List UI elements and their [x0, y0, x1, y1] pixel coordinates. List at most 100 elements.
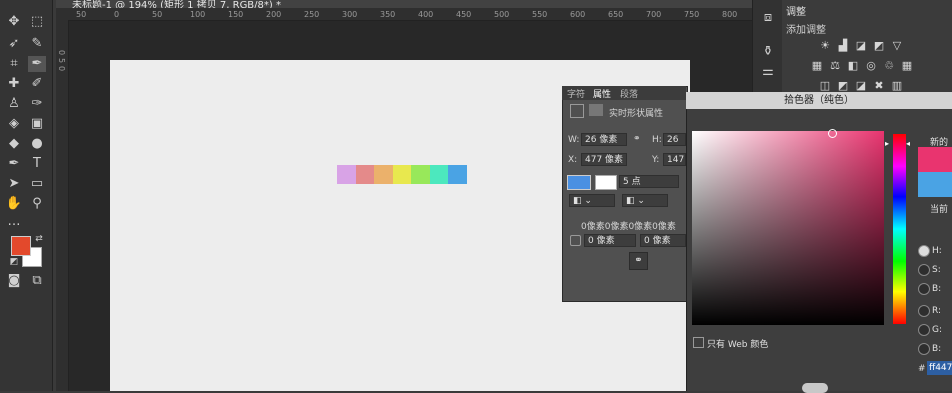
- color-swatch-rect[interactable]: [411, 165, 430, 184]
- radio-saturation[interactable]: [918, 264, 930, 276]
- gradient-tool-icon[interactable]: ▣: [28, 116, 46, 132]
- corner-radius-field-b[interactable]: 0 像素: [640, 234, 686, 247]
- color-swatch-rect[interactable]: [429, 165, 449, 184]
- history-brush-icon[interactable]: ✑: [28, 96, 46, 112]
- marquee-tool-icon[interactable]: ⬚: [28, 14, 46, 30]
- width-label: W:: [568, 135, 580, 145]
- radio-hue[interactable]: [918, 245, 930, 257]
- selective-color-icon[interactable]: ✖: [872, 80, 886, 92]
- hand-tool-icon[interactable]: ✋: [5, 196, 23, 212]
- hue-slider-left-arrow[interactable]: ▸: [885, 139, 889, 148]
- radio-green[interactable]: [918, 324, 930, 336]
- channel-mixer-icon[interactable]: ♲: [882, 60, 896, 72]
- ruler-tick: 300: [342, 10, 358, 19]
- ruler-tick: 400: [418, 10, 434, 19]
- lasso-tool-icon[interactable]: ➶: [5, 36, 23, 52]
- ruler-tick: 550: [532, 10, 548, 19]
- brightness-icon[interactable]: ☀: [818, 40, 832, 52]
- corner-radius-field-a[interactable]: 0 像素: [584, 234, 636, 247]
- crop-tool-icon[interactable]: ⌗: [5, 56, 23, 72]
- y-label: Y:: [652, 155, 660, 165]
- stroke-width-field[interactable]: 5 点: [619, 175, 679, 188]
- color-swatch-rect[interactable]: [448, 165, 467, 184]
- link-corners-icon[interactable]: ⚭: [629, 252, 648, 270]
- dodge-tool-icon[interactable]: ●: [28, 136, 46, 152]
- color-field[interactable]: [692, 131, 884, 325]
- hue-saturation-icon[interactable]: ▦: [810, 60, 824, 72]
- rectangle-tool-icon[interactable]: ▭: [28, 176, 46, 192]
- eraser-tool-icon[interactable]: ◈: [5, 116, 23, 132]
- fill-color-swatch[interactable]: [567, 175, 591, 190]
- default-colors-icon[interactable]: ◩: [5, 254, 23, 270]
- properties-panel-icon[interactable]: ⚌: [759, 64, 777, 80]
- web-only-checkbox[interactable]: [693, 337, 704, 348]
- radio-brightness[interactable]: [918, 283, 930, 295]
- red-label: R:: [932, 306, 942, 316]
- ruler-tick: 700: [646, 10, 662, 19]
- ruler-tick: 250: [304, 10, 320, 19]
- color-swatch-rect[interactable]: [374, 165, 393, 184]
- curves-icon[interactable]: ◪: [854, 40, 868, 52]
- quick-select-tool-icon[interactable]: ✎: [28, 36, 46, 52]
- adjustments-title[interactable]: 调整: [786, 3, 806, 18]
- color-swatch-rect[interactable]: [392, 165, 412, 184]
- brush-panel-icon[interactable]: ⚱: [759, 44, 777, 60]
- zoom-tool-icon[interactable]: ⚲: [28, 196, 46, 212]
- color-swatch-rect[interactable]: [355, 165, 375, 184]
- ruler-tick: 200: [266, 10, 282, 19]
- path-select-icon[interactable]: ➤: [5, 176, 23, 192]
- hex-input[interactable]: ff447: [927, 361, 952, 375]
- color-picker-title: 拾色器（纯色）: [686, 92, 952, 109]
- healing-brush-icon[interactable]: ✚: [5, 76, 23, 92]
- stroke-cap-select[interactable]: ◧ ⌄: [622, 194, 668, 207]
- blur-tool-icon[interactable]: ◆: [5, 136, 23, 152]
- photo-filter-icon[interactable]: ◎: [864, 60, 878, 72]
- color-swatch-rect[interactable]: [337, 165, 356, 184]
- type-tool-icon[interactable]: T: [28, 156, 46, 172]
- link-icon[interactable]: ⚭: [633, 134, 641, 144]
- x-field[interactable]: 477 像素: [581, 153, 627, 166]
- radio-red[interactable]: [918, 305, 930, 317]
- history-panel-icon[interactable]: ⧈: [759, 10, 777, 26]
- current-color-preview[interactable]: [918, 172, 952, 197]
- threshold-icon[interactable]: ◪: [854, 80, 868, 92]
- hue-slider-right-arrow[interactable]: ◂: [906, 139, 910, 148]
- height-field[interactable]: 26: [663, 133, 686, 146]
- stamp-tool-icon[interactable]: ♙: [5, 96, 23, 112]
- color-lookup-icon[interactable]: ▦: [900, 60, 914, 72]
- stroke-color-swatch[interactable]: [595, 175, 617, 190]
- hex-label: #: [918, 364, 926, 374]
- ruler-tick: 350: [380, 10, 396, 19]
- vibrance-icon[interactable]: ▽: [890, 40, 904, 52]
- scroll-handle[interactable]: [802, 383, 828, 393]
- foreground-color-front[interactable]: [11, 236, 31, 256]
- y-field[interactable]: 147: [663, 153, 686, 166]
- pen-tool-icon[interactable]: ✒: [5, 156, 23, 172]
- radio-blue[interactable]: [918, 343, 930, 355]
- transform-icon[interactable]: [570, 104, 584, 118]
- more-tools-icon[interactable]: …: [5, 214, 23, 230]
- swap-colors-icon[interactable]: ⇄: [30, 231, 48, 247]
- tab-properties[interactable]: 属性: [593, 87, 611, 100]
- mask-icon[interactable]: [589, 104, 603, 116]
- tab-paragraph[interactable]: 段落: [620, 87, 638, 100]
- width-field[interactable]: 26 像素: [581, 133, 627, 146]
- ruler-tick: 0: [57, 50, 66, 56]
- color-field-cursor[interactable]: [828, 129, 837, 138]
- levels-icon[interactable]: ▟: [836, 40, 850, 52]
- brush-tool-icon[interactable]: ✐: [28, 76, 46, 92]
- stroke-align-select[interactable]: ◧ ⌄: [569, 194, 615, 207]
- posterize-icon[interactable]: ◩: [836, 80, 850, 92]
- eyedropper-tool-icon[interactable]: ✒: [28, 56, 46, 72]
- exposure-icon[interactable]: ◩: [872, 40, 886, 52]
- black-white-icon[interactable]: ◧: [846, 60, 860, 72]
- invert-icon[interactable]: ◫: [818, 80, 832, 92]
- quick-mask-icon[interactable]: ◙: [5, 273, 23, 289]
- move-tool-icon[interactable]: ✥: [5, 14, 23, 30]
- hue-slider[interactable]: [893, 134, 906, 324]
- tab-character[interactable]: 字符: [567, 87, 585, 100]
- color-balance-icon[interactable]: ⚖: [828, 60, 842, 72]
- corner-radius-values[interactable]: 0像素0像素0像素0像素: [581, 219, 676, 232]
- gradient-map-icon[interactable]: ▥: [890, 80, 904, 92]
- screen-mode-icon[interactable]: ⧉: [28, 273, 46, 289]
